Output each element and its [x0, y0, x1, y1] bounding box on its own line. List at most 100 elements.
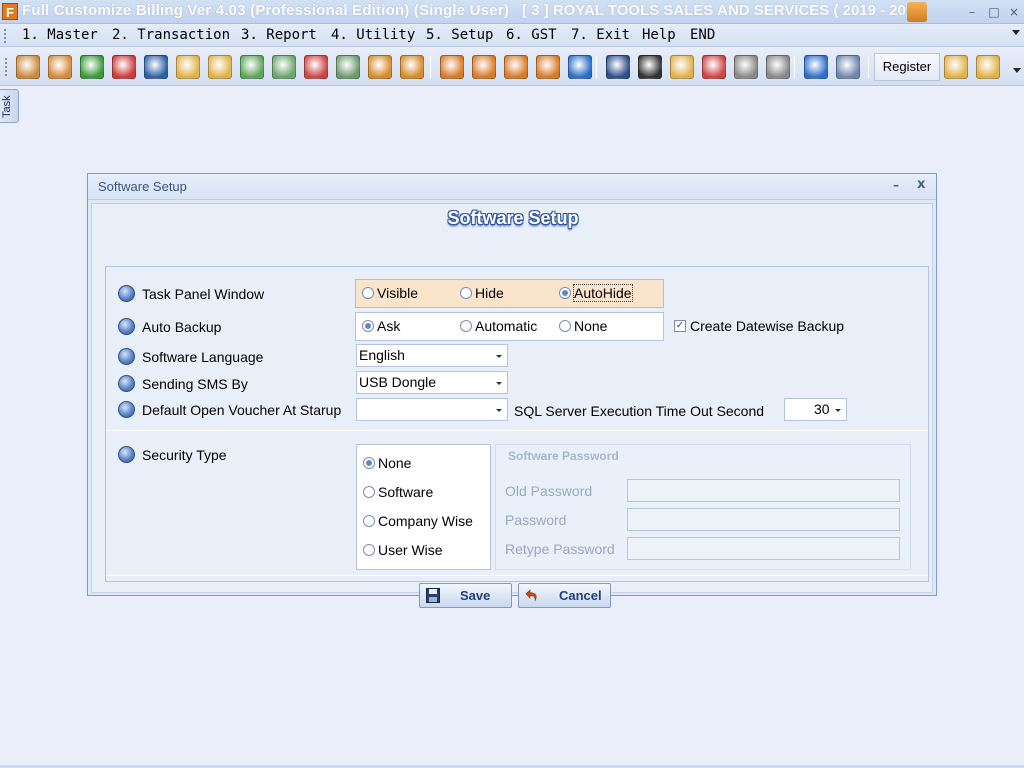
radio-ask-label[interactable]: Ask	[377, 318, 400, 334]
radio-autohide-label[interactable]: AutoHide	[573, 284, 633, 302]
bullet-icon	[118, 446, 135, 463]
auto-backup-label: Auto Backup	[142, 319, 222, 335]
voucher-select[interactable]	[356, 398, 508, 421]
money-remove-icon[interactable]	[304, 55, 328, 79]
datewise-backup-label[interactable]: Create Datewise Backup	[690, 318, 844, 334]
radio-none-label[interactable]: None	[574, 318, 607, 334]
id-card-icon[interactable]	[836, 55, 860, 79]
radio-security-user-label[interactable]: User Wise	[378, 542, 443, 558]
backup-clock-icon[interactable]	[804, 55, 828, 79]
menu-grip[interactable]	[4, 29, 7, 43]
menu-bar: 1. Master 2. Transaction 3. Report 4. Ut…	[0, 25, 1024, 47]
chevron-down-icon	[496, 409, 502, 412]
user-icon[interactable]	[16, 55, 40, 79]
radio-automatic[interactable]	[460, 320, 472, 332]
old-password-field[interactable]	[627, 479, 900, 502]
task-panel-tab[interactable]: Task	[0, 89, 19, 123]
money-bag-minus-icon[interactable]	[734, 55, 758, 79]
cash-icon[interactable]	[336, 55, 360, 79]
coins-minus-icon[interactable]	[176, 55, 200, 79]
menu-overflow-icon[interactable]	[1012, 30, 1020, 35]
bullet-icon	[118, 375, 135, 392]
register-button[interactable]: Register	[874, 53, 940, 81]
password-field[interactable]	[627, 508, 900, 531]
money-bag-plus-icon[interactable]	[766, 55, 790, 79]
toolbar-grip[interactable]	[5, 58, 8, 76]
quotation-icon[interactable]	[568, 55, 592, 79]
task-tab-label: Task	[1, 95, 13, 118]
coins-minus-icon[interactable]	[944, 55, 968, 79]
menu-setup[interactable]: 5. Setup	[426, 27, 493, 43]
menu-end[interactable]: END	[690, 27, 715, 43]
book-icon[interactable]	[144, 55, 168, 79]
radio-none[interactable]	[559, 320, 571, 332]
sql-timeout-select[interactable]: 30	[784, 398, 847, 421]
daybook-icon[interactable]	[638, 55, 662, 79]
menu-utility[interactable]: 4. Utility	[331, 27, 415, 43]
menu-transaction[interactable]: 2. Transaction	[112, 27, 230, 43]
radio-hide-label[interactable]: Hide	[475, 285, 504, 301]
retype-password-field[interactable]	[627, 537, 900, 560]
money-add-icon[interactable]	[240, 55, 264, 79]
minimize-button[interactable]: –	[964, 4, 980, 20]
chevron-down-icon	[496, 382, 502, 385]
menu-report[interactable]: 3. Report	[241, 27, 317, 43]
close-button[interactable]: ×	[1006, 4, 1022, 20]
radio-visible-label[interactable]: Visible	[377, 285, 418, 301]
menu-gst[interactable]: 6. GST	[506, 27, 557, 43]
section-divider	[106, 430, 928, 431]
coins-plus-icon[interactable]	[976, 55, 1000, 79]
sms-label: Sending SMS By	[142, 376, 248, 392]
house-icon[interactable]	[702, 55, 726, 79]
ledger-book-icon[interactable]	[606, 55, 630, 79]
sms-select[interactable]: USB Dongle	[356, 371, 508, 394]
voucher-label: Default Open Voucher At Starup	[142, 402, 342, 418]
software-password-group: Software Password Old Password Password …	[495, 444, 911, 570]
radio-visible[interactable]	[362, 287, 374, 299]
radio-security-software[interactable]	[363, 486, 375, 498]
menu-master[interactable]: 1. Master	[22, 27, 98, 43]
price-tag-icon[interactable]	[536, 55, 560, 79]
password-label: Password	[505, 512, 567, 528]
toolbar-separator	[596, 56, 597, 78]
box-icon[interactable]	[48, 55, 72, 79]
menu-help[interactable]: Help	[642, 27, 676, 43]
radio-security-user[interactable]	[363, 544, 375, 556]
radio-security-none-label[interactable]: None	[378, 455, 411, 471]
bullet-icon	[118, 318, 135, 335]
app-logo-icon: F	[2, 3, 18, 20]
radio-security-company[interactable]	[363, 515, 375, 527]
cart-return-icon[interactable]	[504, 55, 528, 79]
radio-security-software-label[interactable]: Software	[378, 484, 433, 500]
dialog-minimize-button[interactable]: –	[893, 178, 899, 192]
save-button[interactable]: Save	[419, 583, 512, 608]
radio-autohide[interactable]	[559, 287, 571, 299]
tag-icon[interactable]	[472, 55, 496, 79]
coins-plus-icon[interactable]	[208, 55, 232, 79]
title-bar: F Full Customize Billing Ver 4.03 (Profe…	[0, 0, 1024, 24]
radio-hide[interactable]	[460, 287, 472, 299]
cart-icon[interactable]	[440, 55, 464, 79]
radio-automatic-label[interactable]: Automatic	[475, 318, 537, 334]
software-password-title: Software Password	[508, 449, 619, 463]
settings-group: Task Panel Window Visible Hide AutoHide …	[105, 266, 929, 608]
radio-ask[interactable]	[362, 320, 374, 332]
radio-security-none[interactable]	[363, 457, 375, 469]
restore-button[interactable]: □	[986, 4, 1002, 20]
menu-exit[interactable]: 7. Exit	[571, 27, 630, 43]
calendar-icon[interactable]	[112, 55, 136, 79]
money-stack-icon[interactable]	[272, 55, 296, 79]
dialog-title-bar[interactable]: Software Setup – x	[88, 174, 936, 200]
toolbar-overflow-icon[interactable]	[1013, 68, 1021, 73]
folder-coins-icon[interactable]	[670, 55, 694, 79]
radio-security-company-label[interactable]: Company Wise	[378, 513, 473, 529]
cancel-button[interactable]: Cancel	[518, 583, 611, 608]
shield-icon	[907, 2, 927, 22]
help-icon[interactable]	[80, 55, 104, 79]
datewise-backup-checkbox[interactable]: ✓	[674, 320, 686, 332]
list-icon[interactable]	[400, 55, 424, 79]
dialog-close-button[interactable]: x	[917, 177, 925, 192]
language-select[interactable]: English	[356, 344, 508, 367]
debit-note-icon[interactable]	[368, 55, 392, 79]
company-title: [ 3 ] ROYAL TOOLS SALES AND SERVICES ( 2…	[522, 2, 914, 19]
